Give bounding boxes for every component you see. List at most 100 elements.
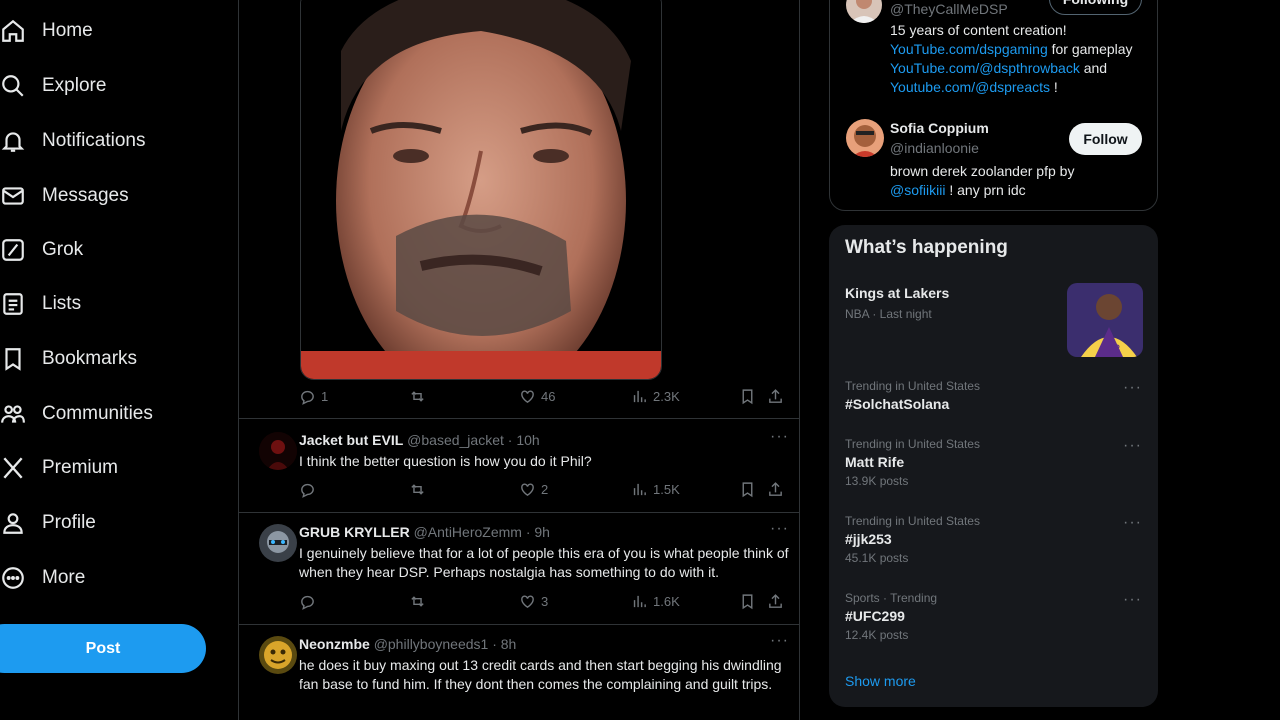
event-image: 23 [1067, 283, 1143, 357]
bookmark-button[interactable] [739, 593, 756, 610]
reply-item[interactable]: GRUB KRYLLER @AntiHeroZemm · 9h ··· I ge… [259, 520, 789, 604]
separator: · [492, 636, 497, 652]
views-icon [633, 390, 646, 403]
show-more-link[interactable]: Show more [845, 673, 916, 689]
nav-communities[interactable]: Communities [0, 394, 153, 434]
account-name[interactable]: Sofia Coppium [890, 120, 989, 136]
nav-premium[interactable]: Premium [0, 448, 118, 488]
reply-button[interactable] [299, 593, 316, 610]
trend-item[interactable]: Sports · Trending #UFC299 12.4K posts ··… [845, 591, 1142, 651]
author-name[interactable]: Neonzmbe [299, 636, 370, 652]
bio-link[interactable]: YouTube.com/dspgaming [890, 41, 1048, 57]
nav-grok[interactable]: Grok [0, 230, 83, 270]
reply-item[interactable]: Neonzmbe @phillyboyneeds1 · 8h ··· he do… [259, 632, 789, 720]
account-handle[interactable]: @TheyCallMeDSP [890, 1, 1008, 17]
trend-item[interactable]: Trending in United States Matt Rife 13.9… [845, 437, 1142, 497]
nav-explore[interactable]: Explore [0, 66, 106, 106]
bio-link[interactable]: YouTube.com/@dspthrowback [890, 60, 1080, 76]
comment-icon [301, 595, 314, 610]
following-button[interactable]: Following [1049, 0, 1142, 15]
author-handle[interactable]: @phillyboyneeds1 [374, 636, 489, 652]
bio-line: brown derek zoolander pfp by [890, 163, 1075, 179]
bio-mention[interactable]: @sofiikiii [890, 182, 945, 198]
share-icon [769, 594, 782, 608]
trend-item[interactable]: Trending in United States #jjk253 45.1K … [845, 514, 1142, 574]
share-icon [769, 482, 782, 496]
repost-button[interactable] [409, 388, 426, 405]
repost-button[interactable] [409, 593, 426, 610]
account-handle[interactable]: @indianloonie [890, 140, 979, 156]
nav-bookmarks[interactable]: Bookmarks [0, 339, 137, 379]
more-options-icon[interactable]: ··· [770, 428, 789, 446]
share-button[interactable] [767, 388, 784, 405]
avatar[interactable] [846, 0, 882, 23]
nav-label: Communities [42, 403, 153, 424]
divider [239, 418, 799, 419]
trend-title: #jjk253 [845, 531, 892, 547]
views-button[interactable]: 1.5K [631, 481, 680, 498]
like-count: 2 [541, 482, 549, 497]
author-handle[interactable]: @AntiHeroZemm [414, 524, 522, 540]
follow-button[interactable]: Follow [1069, 123, 1142, 155]
trend-title: #SolchatSolana [845, 396, 950, 412]
trend-more-icon[interactable]: ··· [1123, 437, 1142, 455]
post-button[interactable]: Post [0, 624, 206, 673]
timestamp[interactable]: 9h [534, 524, 550, 540]
x-logo-icon [3, 457, 23, 479]
bookmark-button[interactable] [739, 481, 756, 498]
avatar[interactable] [259, 636, 297, 674]
avatar[interactable] [259, 524, 297, 562]
featured-event[interactable]: Kings at Lakers NBA · Last night 23 [829, 277, 1158, 367]
view-count: 1.6K [653, 594, 680, 609]
nav-lists[interactable]: Lists [0, 284, 81, 324]
bio-line: 15 years of content creation! [890, 22, 1067, 38]
views-button[interactable]: 1.6K [631, 593, 680, 610]
nav-messages[interactable]: Messages [0, 176, 129, 216]
nav-label: More [42, 567, 86, 588]
author-handle[interactable]: @based_jacket [407, 432, 504, 448]
more-options-icon[interactable]: ··· [770, 632, 789, 650]
nav-label: Messages [42, 185, 129, 206]
author-name[interactable]: GRUB KRYLLER [299, 524, 410, 540]
trend-item[interactable]: Trending in United States #SolchatSolana… [845, 379, 1142, 429]
trend-more-icon[interactable]: ··· [1123, 591, 1142, 609]
reply-button[interactable]: 1 [299, 388, 328, 405]
views-icon [633, 483, 646, 496]
nav-profile[interactable]: Profile [0, 503, 96, 543]
grok-icon [2, 239, 24, 261]
timestamp[interactable]: 10h [516, 432, 539, 448]
home-icon [2, 19, 24, 42]
share-button[interactable] [767, 593, 784, 610]
bookmark-button[interactable] [739, 388, 756, 405]
avatar[interactable] [259, 432, 297, 470]
avatar[interactable] [846, 119, 884, 157]
trend-context: Trending in United States [845, 437, 980, 451]
like-button[interactable]: 3 [519, 593, 548, 610]
avatar-image [846, 119, 884, 157]
more-options-icon[interactable]: ··· [770, 520, 789, 538]
bio-text: ! [1050, 79, 1058, 95]
trend-more-icon[interactable]: ··· [1123, 514, 1142, 532]
post-media-image[interactable] [300, 0, 662, 380]
like-button[interactable]: 2 [519, 481, 548, 498]
repost-icon [411, 596, 424, 607]
comment-icon [301, 390, 314, 405]
account-bio: brown derek zoolander pfp by @sofiikiii … [890, 162, 1150, 200]
more-circle-icon [2, 567, 24, 589]
nav-more[interactable]: More [0, 558, 85, 598]
trend-count: 45.1K posts [845, 551, 909, 565]
nav-home[interactable]: Home [0, 11, 93, 51]
bio-link[interactable]: Youtube.com/@dspreacts [890, 79, 1050, 95]
reply-button[interactable] [299, 481, 316, 498]
nav-notifications[interactable]: Notifications [0, 121, 146, 161]
share-button[interactable] [767, 481, 784, 498]
timestamp[interactable]: 8h [501, 636, 517, 652]
nav-label: Home [42, 20, 93, 41]
whats-happening-card: What’s happening Kings at Lakers NBA · L… [829, 225, 1158, 707]
repost-button[interactable] [409, 481, 426, 498]
view-count: 1.5K [653, 482, 680, 497]
author-name[interactable]: Jacket but EVIL [299, 432, 403, 448]
like-button[interactable]: 46 [519, 388, 555, 405]
trend-more-icon[interactable]: ··· [1123, 379, 1142, 397]
views-button[interactable]: 2.3K [631, 388, 680, 405]
